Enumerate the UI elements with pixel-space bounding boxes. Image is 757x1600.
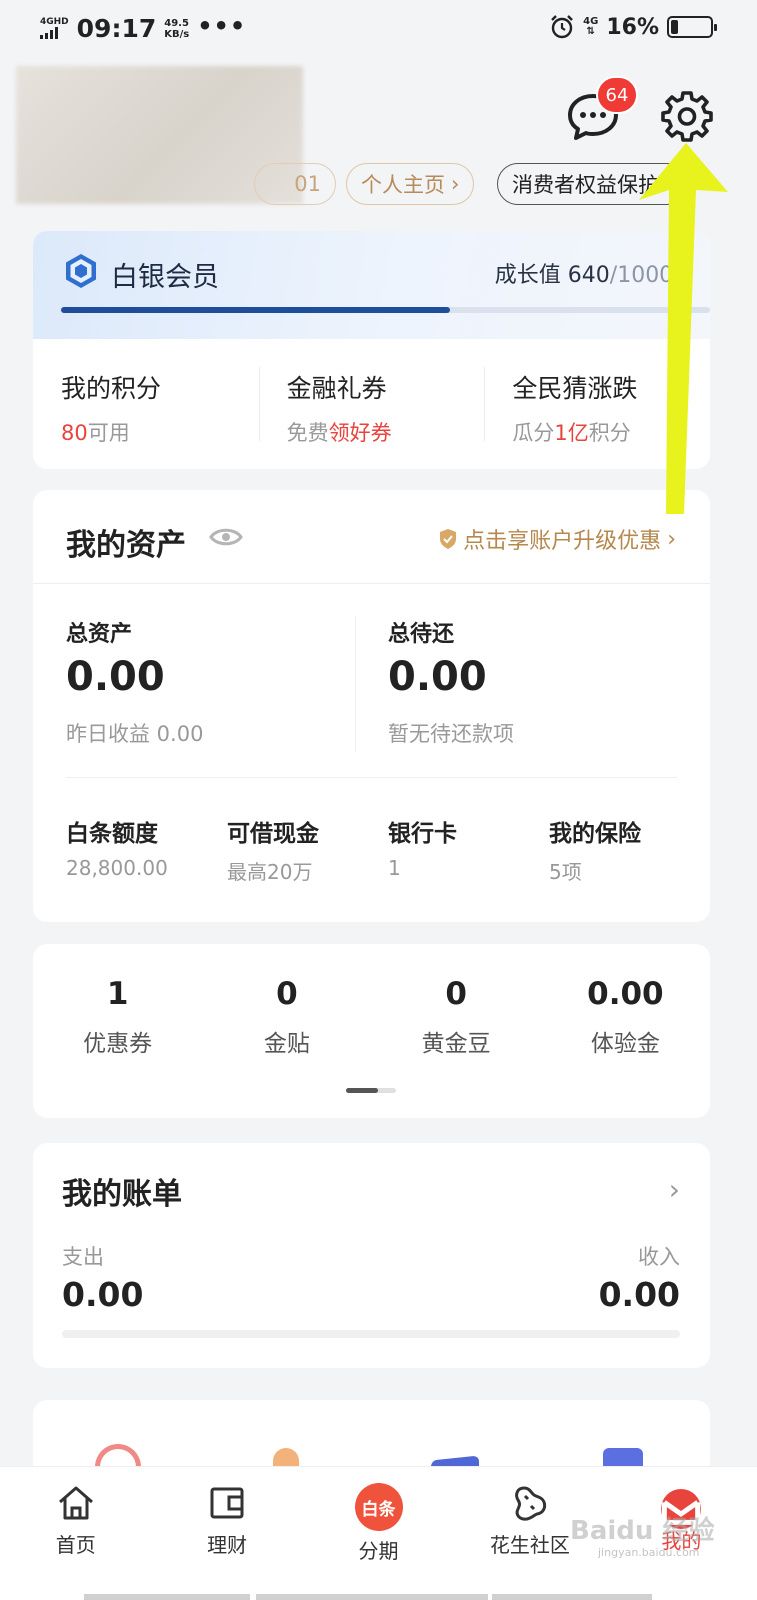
wallet-card: 1 优惠券 0 金贴 0 黄金豆 0.00 体验金 — [33, 944, 710, 1118]
peanut-icon — [515, 1486, 547, 1521]
clock: 09:17 — [76, 14, 157, 43]
baitiao-credit[interactable]: 白条额度 28,800.00 — [66, 814, 227, 885]
expense-label: 支出 — [62, 1245, 104, 1269]
gold-beans[interactable]: 0 黄金豆 — [372, 976, 541, 1058]
financial-coupons[interactable]: 金融礼券 免费领好券 — [258, 339, 485, 469]
alarm-icon — [551, 15, 574, 39]
account-upgrade-link[interactable]: 点击享账户升级优惠 › — [439, 523, 676, 555]
service-icon[interactable] — [95, 1444, 141, 1468]
expense-value: 0.00 — [62, 1275, 144, 1314]
wallet-icon — [210, 1487, 244, 1519]
gold-subsidy[interactable]: 0 金贴 — [202, 976, 371, 1058]
total-repayment[interactable]: 总待还 0.00 暂无待还款项 — [355, 584, 677, 777]
my-bill-card[interactable]: 我的账单 › 支出 0.00 收入 0.00 — [33, 1143, 710, 1368]
status-bar: 4GHD 09:17 49.5 KB/s ••• 4G ⇅ 16% — [0, 0, 757, 58]
total-assets[interactable]: 总资产 0.00 昨日收益 0.00 — [66, 584, 355, 777]
member-level-title: 白银会员 — [111, 262, 219, 293]
bill-ratio-bar — [62, 1330, 680, 1338]
chevron-right-icon: › — [451, 172, 460, 196]
nav-wealth[interactable]: 理财 — [151, 1467, 302, 1600]
signal-icon: 4GHD — [40, 18, 69, 39]
profile-homepage-button[interactable]: 个人主页 › — [346, 163, 475, 205]
membership-card[interactable]: 白银会员 成长值 640/1000 › 我的积分 80可用 金融礼券 免费领好券 … — [33, 231, 710, 469]
trial-funds[interactable]: 0.00 体验金 — [541, 976, 710, 1058]
baidu-watermark: Baidu 经验 — [570, 1516, 715, 1546]
my-assets-card: 我的资产 点击享账户升级优惠 › 总资产 0.00 昨日收益 0.00 总待还 0… — [33, 490, 710, 922]
mobile-data-icon: 4G ⇅ — [583, 16, 599, 37]
nav-installment[interactable]: 白条 分期 — [303, 1467, 454, 1600]
nav-indicator — [256, 1594, 488, 1600]
chevron-right-icon[interactable]: › — [669, 1173, 680, 1206]
home-icon — [58, 1486, 93, 1520]
settings-gear-icon[interactable] — [661, 90, 713, 142]
chevron-right-icon: › — [665, 172, 674, 196]
chip-level[interactable]: 01 — [254, 163, 336, 205]
coupons[interactable]: 1 优惠券 — [33, 976, 202, 1058]
borrowable-cash[interactable]: 可借现金 最高20万 — [227, 814, 388, 885]
service-icon[interactable] — [273, 1448, 299, 1468]
bank-cards[interactable]: 银行卡 1 — [388, 814, 549, 885]
watermark-url: jingyan.baidu.com — [598, 1546, 700, 1559]
income-label: 收入 — [638, 1245, 680, 1269]
network-speed: 49.5 KB/s — [164, 17, 190, 40]
page-indicator — [346, 1088, 396, 1093]
my-insurance[interactable]: 我的保险 5项 — [549, 814, 710, 885]
guess-rise-fall[interactable]: 全民猜涨跌 瓜分1亿积分 — [484, 339, 710, 469]
baitiao-icon: 白条 — [354, 1483, 403, 1531]
chevron-right-icon: › — [667, 526, 676, 552]
my-points[interactable]: 我的积分 80可用 — [33, 339, 259, 469]
silver-member-icon — [66, 254, 96, 288]
more-notifications-icon: ••• — [197, 11, 247, 40]
income-value: 0.00 — [598, 1275, 680, 1314]
nav-indicator — [492, 1594, 652, 1600]
assets-title: 我的资产 — [66, 528, 186, 563]
shield-icon — [440, 529, 457, 549]
nav-home[interactable]: 首页 — [0, 1467, 151, 1600]
nav-indicator — [84, 1594, 250, 1600]
battery-percent: 16% — [606, 14, 659, 40]
battery-icon — [667, 16, 717, 38]
eye-icon[interactable] — [209, 526, 243, 548]
message-badge: 64 — [596, 76, 638, 114]
growth-progress-bar — [61, 307, 710, 313]
consumer-protection-button[interactable]: 消费者权益保护 › — [497, 163, 689, 205]
growth-value[interactable]: 成长值 640/1000 › — [495, 257, 690, 289]
bill-title: 我的账单 — [62, 1177, 182, 1212]
chevron-right-icon: › — [681, 263, 690, 288]
